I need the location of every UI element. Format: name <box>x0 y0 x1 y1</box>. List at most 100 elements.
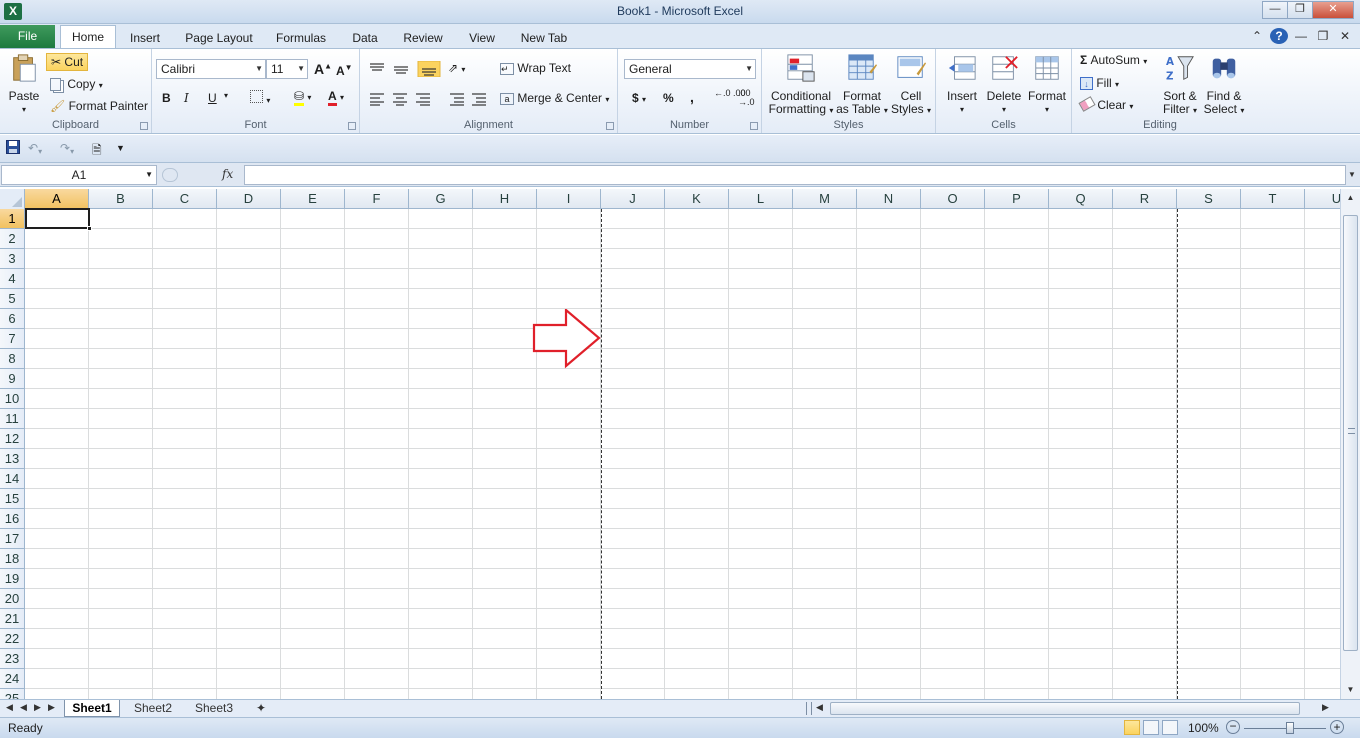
redo-icon[interactable]: ↷ ▾ <box>60 141 74 156</box>
bold-button[interactable]: B <box>162 91 171 105</box>
row-header-14[interactable]: 14 <box>0 469 25 489</box>
vertical-scroll-thumb[interactable] <box>1343 215 1358 651</box>
column-header-a[interactable]: A <box>25 189 89 209</box>
fill-button[interactable]: ↓ Fill ▾ <box>1080 76 1119 90</box>
close-button[interactable]: ✕ <box>1312 1 1354 19</box>
underline-dropdown[interactable]: ▾ <box>224 91 228 100</box>
clear-button[interactable]: Clear ▾ <box>1078 96 1133 112</box>
row-header-9[interactable]: 9 <box>0 369 25 389</box>
insert-sheet-icon[interactable]: ✦ <box>250 700 272 717</box>
horizontal-scrollbar[interactable]: ◀ ▶ <box>816 702 1336 716</box>
column-header-j[interactable]: J <box>601 189 665 209</box>
delete-cells-button[interactable]: Delete ▾ <box>984 53 1024 116</box>
minimize-button[interactable]: — <box>1262 1 1288 19</box>
active-cell-a1[interactable] <box>25 208 92 231</box>
save-icon[interactable] <box>6 140 20 157</box>
format-painter-button[interactable]: 🖌 Format Painter <box>50 99 148 113</box>
ribbon-collapse-icon[interactable]: ⌃ <box>1248 28 1266 44</box>
column-header-t[interactable]: T <box>1241 189 1305 209</box>
sheet-tab-sheet1[interactable]: Sheet1 <box>64 700 120 717</box>
row-header-3[interactable]: 3 <box>0 249 25 269</box>
row-header-24[interactable]: 24 <box>0 669 25 689</box>
tab-home[interactable]: Home <box>60 25 116 49</box>
next-sheet-icon[interactable]: ▶ <box>32 702 43 713</box>
first-sheet-icon[interactable]: ◀ <box>4 702 15 713</box>
sheet-tab-sheet3[interactable]: Sheet3 <box>186 700 242 717</box>
copy-button[interactable]: Copy ▾ <box>50 77 103 91</box>
page-break-preview-icon[interactable] <box>1162 720 1178 735</box>
font-name-combo[interactable]: Calibri ▼ <box>156 59 266 79</box>
row-header-18[interactable]: 18 <box>0 549 25 569</box>
undo-icon[interactable]: ↶ ▾ <box>28 141 42 156</box>
scroll-down-icon[interactable]: ▼ <box>1343 683 1358 697</box>
row-header-20[interactable]: 20 <box>0 589 25 609</box>
autosum-button[interactable]: Σ AutoSum ▾ <box>1080 53 1147 67</box>
row-header-11[interactable]: 11 <box>0 409 25 429</box>
zoom-level[interactable]: 100% <box>1188 721 1219 735</box>
column-header-p[interactable]: P <box>985 189 1049 209</box>
page-layout-view-icon[interactable] <box>1143 720 1159 735</box>
row-header-17[interactable]: 17 <box>0 529 25 549</box>
workbook-close-icon[interactable]: ✕ <box>1336 28 1354 44</box>
format-as-table-button[interactable]: Format as Table ▾ <box>836 53 888 117</box>
row-header-25[interactable]: 25 <box>0 689 25 699</box>
column-header-h[interactable]: H <box>473 189 537 209</box>
fill-color-button[interactable]: ⛁ ▾ <box>294 89 311 106</box>
comma-button[interactable]: , <box>690 89 694 105</box>
insert-cells-button[interactable]: Insert ▾ <box>942 53 982 116</box>
row-header-22[interactable]: 22 <box>0 629 25 649</box>
row-header-6[interactable]: 6 <box>0 309 25 329</box>
horizontal-align-icons[interactable] <box>368 91 488 107</box>
row-header-8[interactable]: 8 <box>0 349 25 369</box>
tab-review[interactable]: Review <box>399 28 447 48</box>
name-box[interactable]: A1 ▼ <box>1 165 157 185</box>
column-header-k[interactable]: K <box>665 189 729 209</box>
font-color-button[interactable]: A ▾ <box>328 89 344 106</box>
scroll-up-icon[interactable]: ▲ <box>1343 191 1358 205</box>
help-icon[interactable]: ? <box>1270 28 1288 44</box>
insert-function-button[interactable]: fx <box>222 167 233 181</box>
column-header-m[interactable]: M <box>793 189 857 209</box>
tab-insert[interactable]: Insert <box>124 28 166 48</box>
row-header-4[interactable]: 4 <box>0 269 25 289</box>
clipboard-launcher-icon[interactable] <box>140 122 148 130</box>
percent-button[interactable]: % <box>663 91 674 105</box>
row-header-5[interactable]: 5 <box>0 289 25 309</box>
zoom-slider[interactable] <box>1244 728 1326 729</box>
column-header-l[interactable]: L <box>729 189 793 209</box>
column-header-s[interactable]: S <box>1177 189 1241 209</box>
tab-page-layout[interactable]: Page Layout <box>183 28 255 48</box>
number-format-combo[interactable]: General ▼ <box>624 59 756 79</box>
column-header-e[interactable]: E <box>281 189 345 209</box>
cell-styles-button[interactable]: Cell Styles ▾ <box>890 53 932 117</box>
scroll-left-icon[interactable]: ◀ <box>814 702 825 713</box>
orientation-button[interactable]: ⇗ ▾ <box>448 61 465 75</box>
underline-button[interactable]: U <box>208 91 217 105</box>
column-header-b[interactable]: B <box>89 189 153 209</box>
formula-input[interactable] <box>244 165 1346 185</box>
column-header-i[interactable]: I <box>537 189 601 209</box>
tab-view[interactable]: View <box>464 28 500 48</box>
row-header-19[interactable]: 19 <box>0 569 25 589</box>
column-header-n[interactable]: N <box>857 189 921 209</box>
font-launcher-icon[interactable] <box>348 122 356 130</box>
column-header-o[interactable]: O <box>921 189 985 209</box>
row-header-21[interactable]: 21 <box>0 609 25 629</box>
workbook-minimize-icon[interactable]: — <box>1292 28 1310 44</box>
workbook-restore-icon[interactable]: ❐ <box>1314 28 1332 44</box>
select-all-button[interactable] <box>0 189 25 209</box>
alignment-launcher-icon[interactable] <box>606 122 614 130</box>
prev-sheet-icon[interactable]: ◀ <box>18 702 29 713</box>
sheet-tab-sheet2[interactable]: Sheet2 <box>124 700 182 717</box>
zoom-in-icon[interactable]: + <box>1330 720 1344 734</box>
normal-view-icon[interactable] <box>1124 720 1140 735</box>
conditional-formatting-button[interactable]: Conditional Formatting ▾ <box>768 53 834 117</box>
cut-button[interactable]: ✂ Cut <box>46 53 89 71</box>
sort-filter-button[interactable]: A Z Sort & Filter ▾ <box>1158 53 1202 117</box>
currency-button[interactable]: $ ▾ <box>632 91 646 105</box>
font-size-combo[interactable]: 11 ▼ <box>266 59 308 79</box>
row-header-13[interactable]: 13 <box>0 449 25 469</box>
zoom-slider-thumb[interactable] <box>1286 722 1294 734</box>
merge-center-button[interactable]: a Merge & Center ▾ <box>500 91 609 105</box>
customize-qat-icon[interactable]: ▼ <box>116 143 125 153</box>
